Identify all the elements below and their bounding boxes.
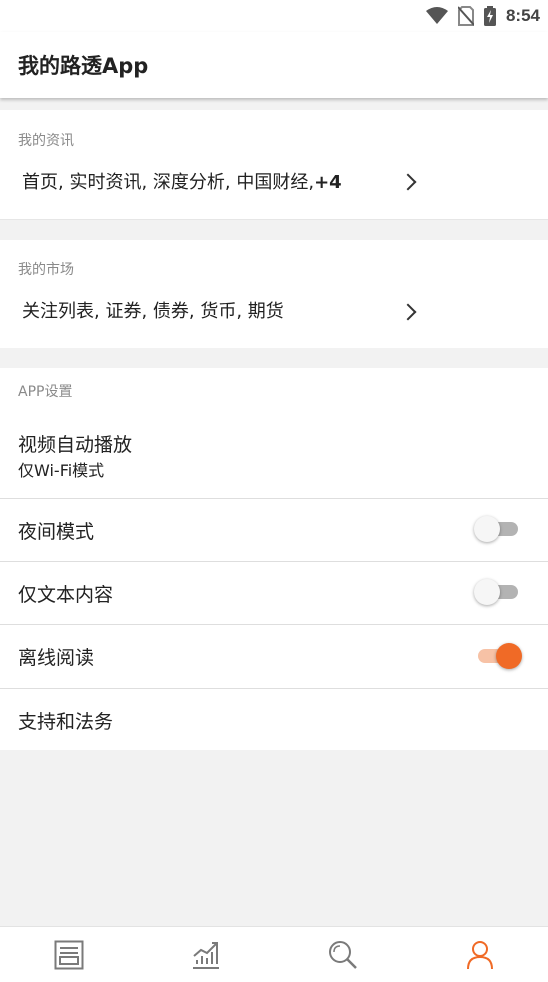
toggle-thumb — [496, 643, 522, 669]
chevron-right-icon — [399, 173, 417, 191]
app-bar: 我的路透App — [0, 32, 548, 98]
nav-search[interactable] — [274, 927, 411, 982]
wifi-icon — [425, 7, 448, 24]
markets-chart-icon — [192, 941, 219, 969]
my-markets-value: 关注列表, 证券, 债券, 货币, 期货 — [22, 301, 284, 322]
my-news-label: 我的资讯 — [18, 133, 74, 149]
my-markets-card[interactable]: 我的市场 关注列表, 证券, 债券, 货币, 期货 — [0, 240, 548, 348]
my-news-sections: 首页, 实时资讯, 深度分析, 中国财经, — [22, 172, 315, 193]
text-only-toggle[interactable] — [474, 579, 518, 605]
nav-news[interactable] — [0, 927, 137, 982]
my-news-value: 首页, 实时资讯, 深度分析, 中国财经,+4 — [22, 168, 342, 194]
search-icon — [328, 940, 357, 969]
toggle-thumb — [474, 579, 500, 605]
app-settings-header: APP设置 — [0, 368, 548, 410]
battery-charging-icon — [483, 6, 496, 26]
nav-markets[interactable] — [137, 927, 274, 982]
profile-icon — [466, 940, 493, 969]
no-sim-icon — [457, 6, 474, 26]
page-title: 我的路透App — [18, 54, 149, 78]
toggle-thumb — [474, 516, 500, 542]
status-time: 8:54 — [505, 6, 540, 25]
nav-profile[interactable] — [411, 927, 548, 982]
video-autoplay-title: 视频自动播放 — [18, 434, 133, 456]
video-autoplay-row[interactable]: 视频自动播放 仅Wi-Fi模式 — [0, 410, 548, 498]
night-mode-row[interactable]: 夜间模式 — [0, 498, 548, 561]
offline-reading-title: 离线阅读 — [18, 647, 95, 669]
status-icons: 8:54 — [425, 4, 540, 28]
text-only-title: 仅文本内容 — [18, 584, 114, 606]
status-bar: 8:54 — [0, 0, 548, 32]
video-autoplay-value: 仅Wi-Fi模式 — [18, 461, 105, 480]
offline-reading-toggle[interactable] — [478, 643, 522, 669]
night-mode-title: 夜间模式 — [18, 521, 95, 543]
support-legal-row[interactable]: 支持和法务 — [0, 688, 548, 750]
offline-reading-row[interactable]: 离线阅读 — [0, 624, 548, 688]
my-news-more-count: +4 — [314, 172, 342, 193]
my-news-card[interactable]: 我的资讯 首页, 实时资讯, 深度分析, 中国财经,+4 — [0, 110, 548, 220]
app-settings-label: APP设置 — [18, 384, 73, 400]
support-legal-title: 支持和法务 — [18, 711, 114, 733]
text-only-row[interactable]: 仅文本内容 — [0, 561, 548, 624]
my-markets-label: 我的市场 — [18, 262, 74, 278]
bottom-nav — [0, 926, 548, 982]
chevron-right-icon — [399, 303, 417, 321]
night-mode-toggle[interactable] — [474, 516, 518, 542]
news-icon — [54, 940, 83, 969]
